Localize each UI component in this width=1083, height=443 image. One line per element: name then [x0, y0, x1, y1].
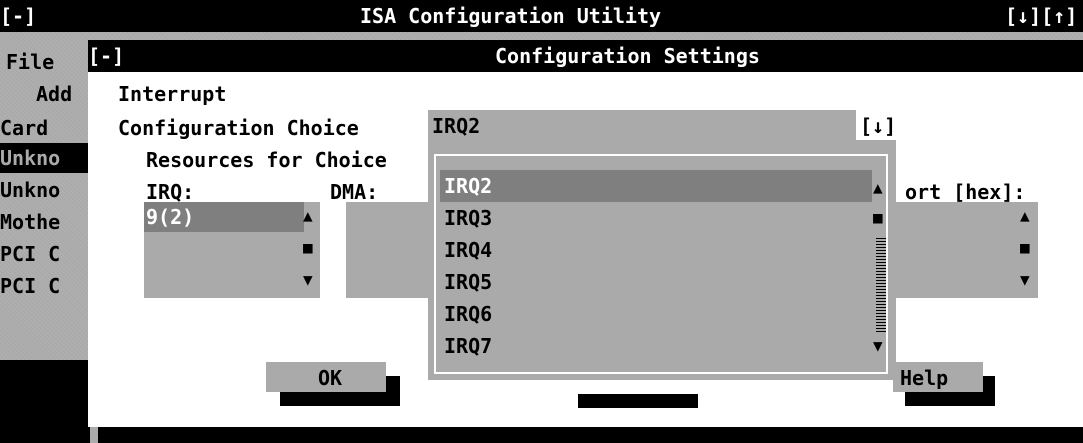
- card-list-item[interactable]: PCI C: [0, 276, 60, 296]
- scroll-up-icon[interactable]: ▲: [303, 208, 313, 224]
- scroll-down-icon[interactable]: ▼: [873, 338, 883, 354]
- io-port-resource-list[interactable]: [893, 202, 1038, 298]
- configuration-choice-combobox[interactable]: [428, 110, 856, 140]
- dialog-shadow: [98, 427, 1083, 443]
- scroll-up-icon[interactable]: ▲: [873, 180, 883, 196]
- scroll-thumb-icon[interactable]: ■: [873, 210, 883, 226]
- outer-left-shadow: [0, 360, 90, 443]
- dropdown-option[interactable]: IRQ4: [444, 240, 492, 260]
- scroll-thumb-icon[interactable]: ■: [1020, 240, 1030, 256]
- help-button-label: Help: [900, 366, 949, 390]
- io-port-label: ort [hex]:: [905, 180, 1026, 204]
- card-list-item[interactable]: Mothe: [0, 212, 60, 232]
- menu-file[interactable]: File: [6, 52, 54, 72]
- dma-label: DMA:: [330, 180, 379, 204]
- outer-close-box[interactable]: [-]: [0, 6, 36, 26]
- dropdown-option[interactable]: IRQ7: [444, 336, 492, 356]
- dropdown-option[interactable]: IRQ2: [444, 176, 492, 196]
- dropdown-option[interactable]: IRQ3: [444, 208, 492, 228]
- dialog-close-box[interactable]: [-]: [88, 46, 124, 66]
- dropdown-selected-row[interactable]: [440, 170, 872, 202]
- dma-resource-list[interactable]: [346, 202, 436, 298]
- scroll-up-icon[interactable]: ▲: [1020, 208, 1030, 224]
- outer-window-title: ISA Configuration Utility: [360, 4, 662, 28]
- add-label[interactable]: Add: [36, 84, 72, 104]
- dropdown-option[interactable]: IRQ6: [444, 304, 492, 324]
- section-interrupt-label: Interrupt: [118, 82, 227, 106]
- irq-label: IRQ:: [146, 180, 195, 204]
- card-label: Card: [0, 116, 49, 140]
- scroll-thumb-icon[interactable]: ■: [303, 240, 313, 256]
- cancel-button-shadow: [578, 394, 698, 408]
- scroll-down-icon[interactable]: ▼: [1020, 272, 1030, 288]
- dialog-title: Configuration Settings: [495, 44, 760, 68]
- outer-window-controls[interactable]: [↓][↑]: [1005, 6, 1077, 26]
- configuration-choice-value: IRQ2: [432, 114, 481, 138]
- card-list-item[interactable]: Unkno: [0, 148, 60, 168]
- configuration-choice-label: Configuration Choice: [118, 116, 359, 140]
- irq-list-item: 9(2): [146, 205, 195, 229]
- dropdown-scroll-track[interactable]: [876, 236, 886, 332]
- chevron-down-icon[interactable]: [↓]: [860, 116, 896, 136]
- ok-button-label: OK: [318, 366, 343, 390]
- scroll-down-icon[interactable]: ▼: [303, 272, 313, 288]
- card-list-item[interactable]: Unkno: [0, 180, 60, 200]
- dropdown-option[interactable]: IRQ5: [444, 272, 492, 292]
- resources-for-choice-label: Resources for Choice: [146, 148, 387, 172]
- card-list-item[interactable]: PCI C: [0, 244, 60, 264]
